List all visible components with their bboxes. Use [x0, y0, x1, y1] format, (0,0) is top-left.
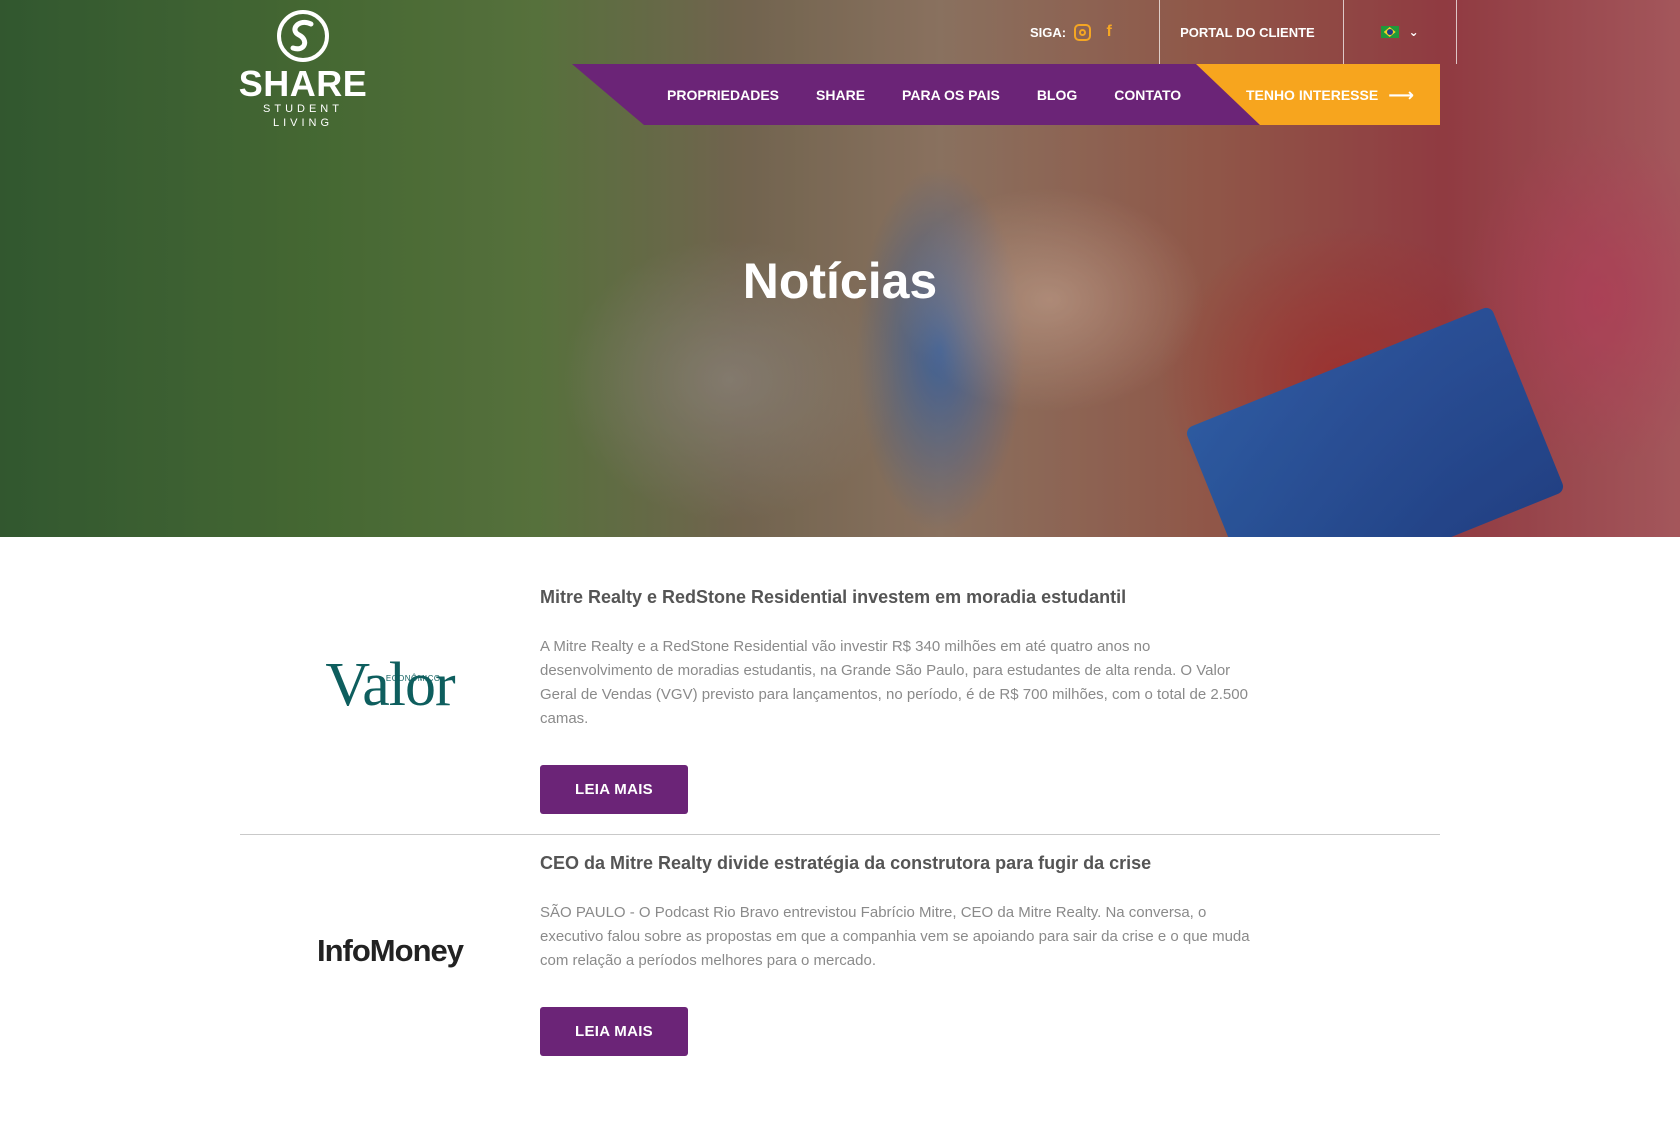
news-item: Valor ECONÔMICO Mitre Realty e RedStone …	[240, 537, 1440, 835]
share-logo[interactable]: SHARE STUDENT LIVING	[238, 8, 368, 130]
logo-tagline: STUDENT LIVING	[263, 103, 343, 129]
cta-label: TENHO INTERESSE	[1245, 86, 1379, 103]
news-body: Mitre Realty e RedStone Residential inve…	[540, 585, 1260, 814]
nav-item-para-os-pais[interactable]: PARA OS PAIS	[902, 87, 1000, 103]
facebook-icon[interactable]: f	[1099, 23, 1119, 41]
nav-item-blog[interactable]: BLOG	[1037, 87, 1077, 103]
news-body: CEO da Mitre Realty divide estratégia da…	[540, 851, 1260, 1056]
client-portal-link[interactable]: PORTAL DO CLIENTE	[1159, 0, 1344, 64]
news-excerpt: A Mitre Realty e a RedStone Residential …	[540, 638, 1248, 727]
page-title: Notícias	[742, 253, 938, 309]
read-more-button[interactable]: LEIA MAIS	[540, 765, 688, 814]
news-excerpt: SÃO PAULO - O Podcast Rio Bravo entrevis…	[540, 904, 1250, 969]
infomoney-logo: InfoMoney	[240, 933, 540, 969]
top-bar: SIGA: f PORTAL DO CLIENTE ⌄	[1030, 0, 1457, 64]
valor-subtitle: ECONÔMICO	[385, 674, 441, 683]
hero-banner: SHARE STUDENT LIVING SIGA: f PORTAL DO C…	[0, 0, 1680, 537]
language-selector[interactable]: ⌄	[1344, 0, 1457, 64]
read-more-button[interactable]: LEIA MAIS	[540, 1007, 688, 1056]
logo-wordmark: SHARE	[238, 63, 368, 104]
valor-wordmark: Valor ECONÔMICO	[325, 651, 455, 719]
nav-item-share[interactable]: SHARE	[816, 87, 865, 103]
brazil-flag-icon	[1380, 26, 1399, 38]
share-logo-icon	[277, 10, 329, 62]
valor-logo: Valor ECONÔMICO	[240, 651, 540, 719]
news-title[interactable]: Mitre Realty e RedStone Residential inve…	[540, 585, 1260, 609]
arrow-right-icon: ⟶	[1388, 84, 1414, 105]
main-nav: PROPRIEDADES SHARE PARA OS PAIS BLOG CON…	[572, 64, 1300, 125]
news-list: Valor ECONÔMICO Mitre Realty e RedStone …	[240, 537, 1440, 1125]
follow-label: SIGA:	[1030, 24, 1067, 40]
social-follow: SIGA: f	[1030, 23, 1159, 41]
infomoney-wordmark: InfoMoney	[317, 933, 464, 968]
instagram-icon[interactable]	[1074, 23, 1092, 41]
nav-item-propriedades[interactable]: PROPRIEDADES	[667, 87, 779, 103]
nav-item-contato[interactable]: CONTATO	[1114, 87, 1181, 103]
news-title[interactable]: CEO da Mitre Realty divide estratégia da…	[540, 851, 1260, 875]
chevron-down-icon: ⌄	[1408, 25, 1419, 39]
news-item: InfoMoney CEO da Mitre Realty divide est…	[240, 835, 1440, 1125]
